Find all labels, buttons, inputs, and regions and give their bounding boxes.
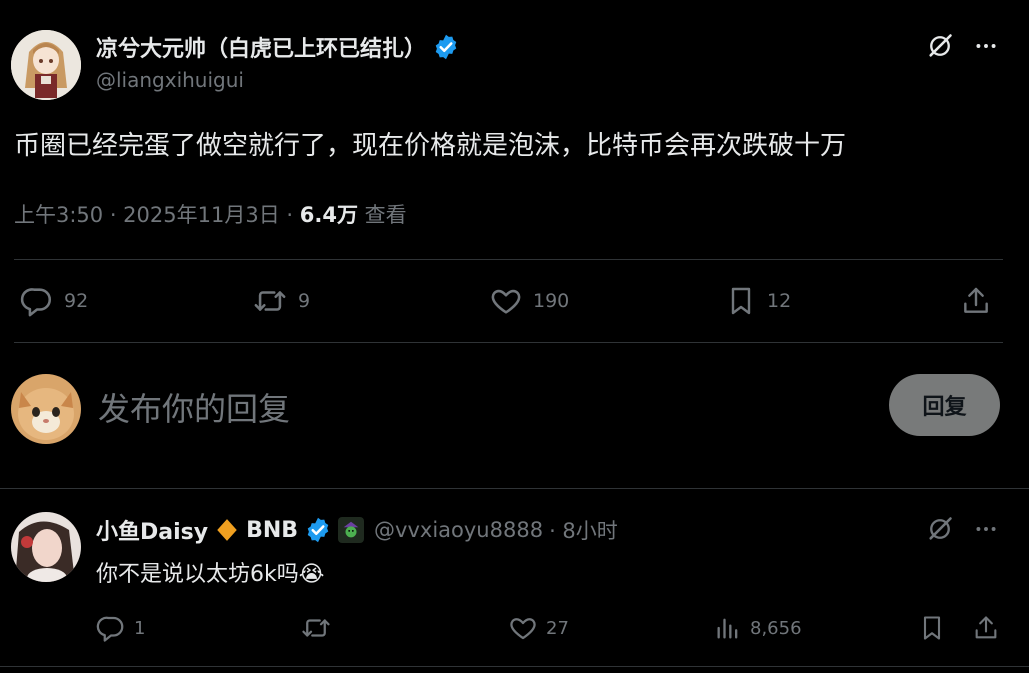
heart-icon [508,613,538,643]
verified-badge-icon[interactable] [432,33,460,61]
bookmark-button[interactable]: 12 [725,283,791,319]
like-count: 190 [533,290,570,312]
grok-icon[interactable] [924,30,956,62]
repost-button[interactable] [300,612,340,644]
post-timestamp[interactable]: 上午3:50 · 2025年11月3日 · [14,203,300,227]
share-button[interactable] [958,283,994,319]
view-count: 8,656 [750,617,802,639]
reply-submit-button[interactable]: 回复 [889,374,1000,436]
user-avatar[interactable] [11,374,81,444]
views-button[interactable]: 8,656 [714,612,802,644]
reply-text: 你不是说以太坊6k吗 [96,562,299,587]
affiliate-badge-icon[interactable] [338,517,365,543]
share-button[interactable] [970,612,1002,644]
repost-button[interactable]: 9 [252,283,310,319]
reply-count: 1 [134,617,146,639]
share-icon [960,285,992,317]
divider [0,666,1029,667]
bookmark-button[interactable] [916,612,948,644]
reply-text-row: 你不是说以太坊6k吗😭 [96,556,324,588]
repost-icon [300,613,332,643]
reply-author-handle[interactable]: @vvxiaoyu8888 [374,518,543,542]
reply-author-row: 小鱼Daisy BNB @vvxiaoyu8888 · 8小时 [96,513,618,547]
bookmark-icon [918,613,946,643]
author-avatar[interactable] [11,30,81,100]
divider [14,259,1003,260]
author-name[interactable]: 凉兮大元帅（白虎已上环已结扎） [96,31,426,63]
post-meta: 上午3:50 · 2025年11月3日 · 6.4万 查看 [14,199,407,229]
reply-button[interactable]: 1 [96,612,145,644]
reply-count: 92 [64,290,89,312]
reply-input[interactable]: 发布你的回复 [98,384,290,430]
verified-badge-icon[interactable] [304,516,332,544]
diamond-icon [214,517,240,543]
more-options-icon[interactable] [970,30,1002,62]
post-text: 币圈已经完蛋了做空就行了，现在价格就是泡沫，比特币会再次跌破十万 [14,131,847,161]
divider [0,488,1029,489]
reply-author-avatar[interactable] [11,512,81,582]
like-count: 27 [546,617,569,639]
author-name-row: 凉兮大元帅（白虎已上环已结扎） [96,30,460,64]
like-button[interactable]: 27 [508,612,569,644]
view-label: 查看 [357,203,407,227]
bookmark-count: 12 [767,290,792,312]
like-button[interactable]: 190 [489,283,569,319]
view-count: 6.4万 [299,203,358,227]
reply-author-name[interactable]: 小鱼Daisy [96,514,208,546]
analytics-icon [714,614,742,642]
divider [14,342,1003,343]
more-options-icon[interactable] [970,513,1002,545]
reply-time[interactable]: · 8小时 [549,515,618,545]
repost-count: 9 [298,290,311,312]
repost-icon [252,284,288,318]
grok-icon[interactable] [924,513,956,545]
heart-icon [489,284,523,318]
reply-icon [96,613,126,643]
author-handle[interactable]: @liangxihuigui [96,68,244,92]
reply-icon [20,284,54,318]
reply-author-suffix[interactable]: BNB [246,518,298,543]
reply-button[interactable]: 92 [20,283,88,319]
crying-emoji: 😭 [298,562,325,587]
share-icon [972,614,1000,642]
bookmark-icon [725,284,757,318]
